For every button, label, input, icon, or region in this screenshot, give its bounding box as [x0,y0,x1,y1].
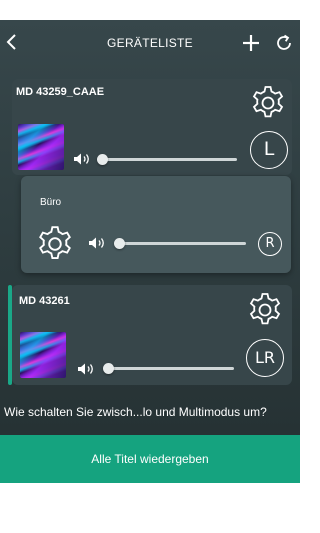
gear-icon[interactable] [246,291,284,329]
channel-label: LR [254,348,276,367]
volume-slider-knob[interactable] [97,154,108,165]
channel-label: R [265,236,275,251]
play-all-button[interactable]: Alle Titel wiedergeben [0,435,300,483]
device-name: MD 43259_CAAE [16,86,105,98]
volume-slider-knob[interactable] [103,363,114,374]
app-root: GERÄTELISTE MD 43259_CAAE L Büro R MD 43… [0,0,300,533]
plus-icon[interactable] [242,34,260,52]
channel-badge[interactable]: R [258,232,282,256]
refresh-icon[interactable] [274,33,294,53]
device-name: Büro [40,197,62,208]
gear-icon[interactable] [249,84,287,122]
speaker-icon [78,363,93,375]
channel-label: L [263,138,275,160]
gear-icon[interactable] [35,224,75,264]
speaker-icon [89,237,104,249]
volume-slider[interactable] [119,242,246,245]
status-bar [0,0,300,20]
album-art [18,124,64,170]
volume-slider[interactable] [101,158,237,161]
channel-badge[interactable]: LR [246,339,284,377]
speaker-icon [74,153,89,165]
volume-slider-knob[interactable] [114,238,125,249]
channel-badge[interactable]: L [250,131,288,169]
help-question-link[interactable]: Wie schalten Sie zwisch...lo und Multimo… [4,405,300,419]
bottom-area [0,483,300,533]
volume-slider[interactable] [108,367,234,370]
header-bar: GERÄTELISTE [0,20,300,66]
selected-indicator [8,285,12,385]
device-name: MD 43261 [19,295,70,307]
album-art [20,332,66,378]
